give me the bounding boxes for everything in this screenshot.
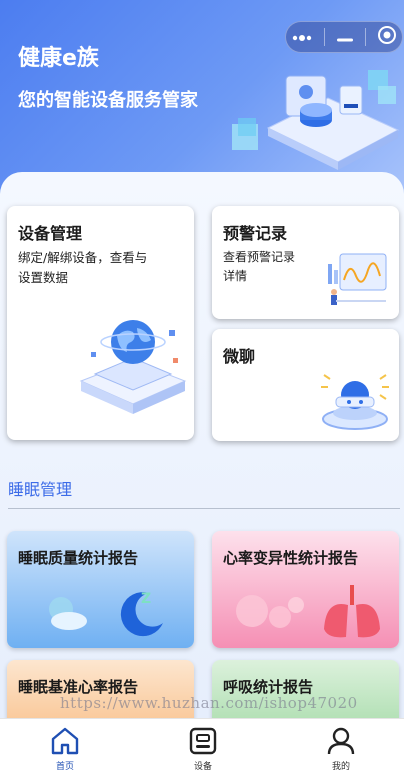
alert-records-card[interactable]: 预警记录 查看预警记录 详情	[212, 206, 399, 319]
card-desc-line: 查看预警记录	[223, 250, 296, 264]
moon-cloud-icon: Z	[49, 591, 163, 637]
app-title: 健康e族	[18, 46, 99, 71]
card-desc-line: 绑定/解绑设备，查看与	[18, 250, 148, 265]
lungs-icon	[236, 585, 380, 638]
card-desc-line: 详情	[223, 269, 248, 283]
device-management-card[interactable]: 设备管理 绑定/解绑设备，查看与 设置数据	[7, 206, 194, 440]
report-title: 心率变异性统计报告	[223, 549, 359, 567]
micro-chat-card[interactable]: 微聊	[212, 329, 399, 441]
tab-label: 首页	[55, 762, 74, 771]
tab-home[interactable]: 首页	[25, 719, 105, 771]
hero-banner: 健康e族 您的智能设备服务管家	[0, 0, 404, 200]
section-divider	[8, 508, 400, 509]
tab-label: 设备	[193, 762, 212, 771]
more-dots-icon[interactable]	[291, 28, 313, 47]
card-title: 设备管理	[18, 224, 83, 243]
card-title: 微聊	[223, 347, 256, 366]
tab-mine[interactable]: 我的	[301, 719, 381, 771]
card-description: 查看预警记录 详情	[223, 248, 295, 286]
target-close-icon[interactable]	[377, 25, 397, 49]
device-icon	[189, 727, 217, 755]
svg-text:Z: Z	[141, 591, 151, 607]
tab-device[interactable]: 设备	[163, 719, 243, 771]
miniprogram-capsule	[285, 21, 403, 53]
chat-robot-icon	[321, 374, 389, 430]
section-title-sleep: 睡眠管理	[8, 480, 73, 499]
watermark-text: https://www.huzhan.com/ishop47020	[60, 694, 358, 712]
capsule-divider	[324, 28, 326, 46]
chart-screen-icon	[328, 253, 387, 305]
capsule-divider	[364, 28, 366, 46]
card-desc-line: 设置数据	[18, 270, 69, 285]
bottom-tab-bar: 首页 设备 我的	[0, 718, 404, 771]
card-description: 绑定/解绑设备，查看与 设置数据	[18, 248, 147, 288]
report-title: 睡眠质量统计报告	[18, 549, 139, 567]
sleep-quality-report-card[interactable]: 睡眠质量统计报告 Z	[7, 531, 194, 648]
card-title: 预警记录	[223, 224, 288, 243]
hrv-report-card[interactable]: 心率变异性统计报告	[212, 531, 399, 648]
minimize-icon[interactable]	[336, 28, 354, 47]
app-subtitle: 您的智能设备服务管家	[18, 90, 198, 111]
user-icon	[327, 727, 355, 755]
home-icon	[51, 727, 79, 755]
tab-label: 我的	[331, 762, 350, 771]
smart-device-illustration	[232, 70, 400, 170]
globe-platform-icon	[79, 320, 187, 414]
